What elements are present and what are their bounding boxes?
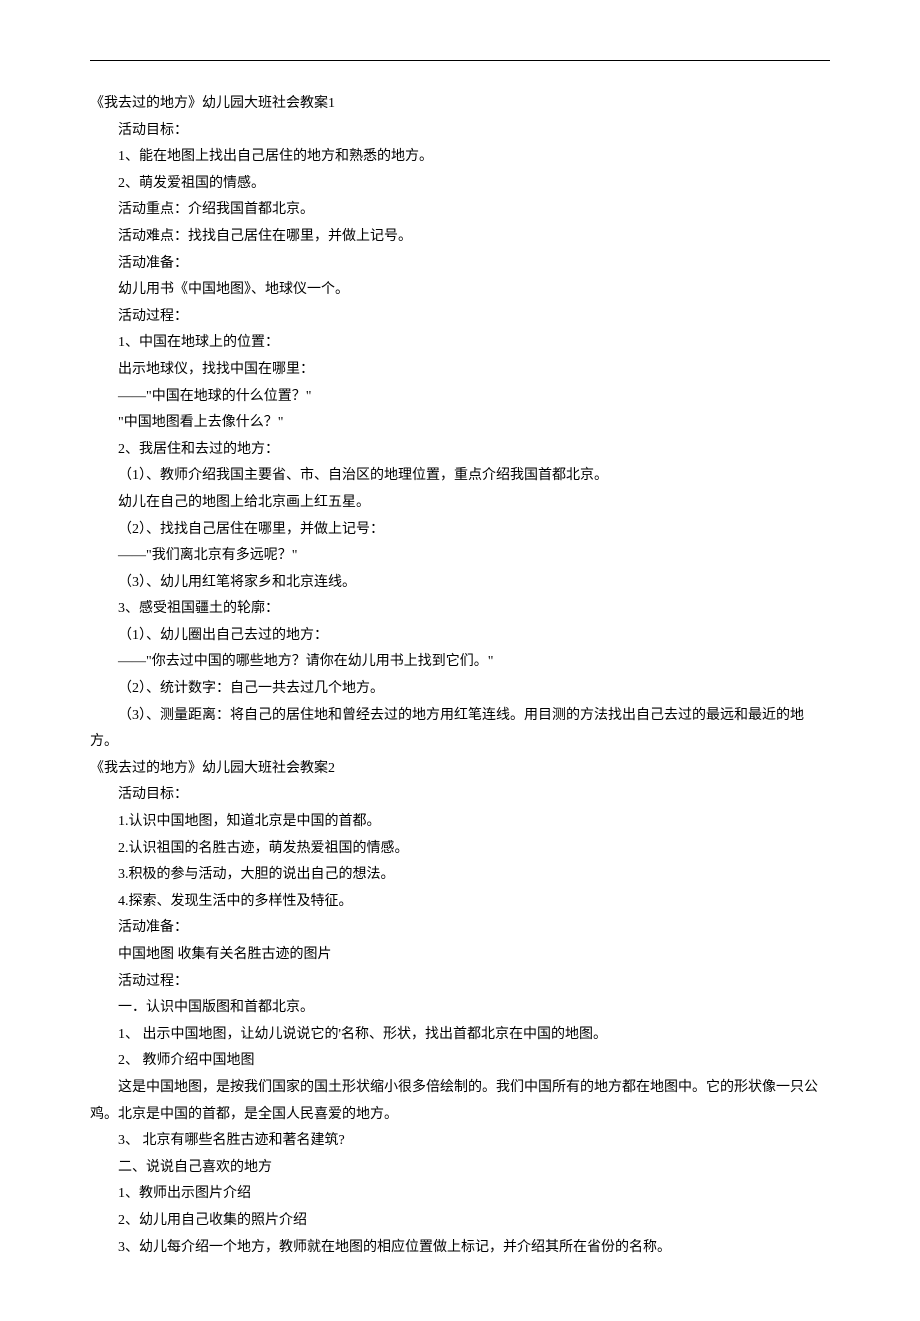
body-line: 1、 出示中国地图，让幼儿说说它的'名称、形状，找出首都北京在中国的地图。 (90, 1022, 830, 1049)
body-line: 活动目标： (90, 118, 830, 145)
body-line: （1）、幼儿圈出自己去过的地方： (90, 623, 830, 650)
body-line: 2、萌发爱祖国的情感。 (90, 171, 830, 198)
body-line: 4.探索、发现生活中的多样性及特征。 (90, 889, 830, 916)
body-line: 2.认识祖国的名胜古迹，萌发热爱祖国的情感。 (90, 836, 830, 863)
body-line: 出示地球仪，找找中国在哪里： (90, 357, 830, 384)
body-line: "中国地图看上去像什么？" (90, 410, 830, 437)
body-line: ——"中国在地球的什么位置？" (90, 384, 830, 411)
body-line: 这是中国地图，是按我们国家的国土形状缩小很多倍绘制的。我们中国所有的地方都在地图… (90, 1075, 830, 1128)
body-line: 活动过程： (90, 304, 830, 331)
body-line: 3、感受祖国疆土的轮廓： (90, 596, 830, 623)
body-line: （2）、统计数字：自己一共去过几个地方。 (90, 676, 830, 703)
body-line: ——"我们离北京有多远呢？" (90, 543, 830, 570)
body-line: 2、 教师介绍中国地图 (90, 1048, 830, 1075)
body-line: 幼儿在自己的地图上给北京画上红五星。 (90, 490, 830, 517)
document-page: 《我去过的地方》幼儿园大班社会教案1活动目标：1、能在地图上找出自己居住的地方和… (0, 0, 920, 1321)
body-line: 活动准备： (90, 251, 830, 278)
body-line: （3）、测量距离：将自己的居住地和曾经去过的地方用红笔连线。用目测的方法找出自己… (90, 703, 830, 756)
body-line: 3、幼儿每介绍一个地方，教师就在地图的相应位置做上标记，并介绍其所在省份的名称。 (90, 1235, 830, 1262)
body-line: 二、说说自己喜欢的地方 (90, 1155, 830, 1182)
horizontal-rule (90, 60, 830, 61)
body-line: 中国地图 收集有关名胜古迹的图片 (90, 942, 830, 969)
section-title: 《我去过的地方》幼儿园大班社会教案2 (90, 756, 830, 783)
body-line: 幼儿用书《中国地图》、地球仪一个。 (90, 277, 830, 304)
body-line: 2、我居住和去过的地方： (90, 437, 830, 464)
body-line: ——"你去过中国的哪些地方？请你在幼儿用书上找到它们。" (90, 649, 830, 676)
body-line: 3.积极的参与活动，大胆的说出自己的想法。 (90, 862, 830, 889)
body-line: 活动难点：找找自己居住在哪里，并做上记号。 (90, 224, 830, 251)
body-line: 1、能在地图上找出自己居住的地方和熟悉的地方。 (90, 144, 830, 171)
body-line: 3、 北京有哪些名胜古迹和著名建筑? (90, 1128, 830, 1155)
body-line: 1.认识中国地图，知道北京是中国的首都。 (90, 809, 830, 836)
body-line: 1、中国在地球上的位置： (90, 330, 830, 357)
body-line: （2）、找找自己居住在哪里，并做上记号： (90, 517, 830, 544)
body-line: 活动准备： (90, 915, 830, 942)
body-line: 一．认识中国版图和首都北京。 (90, 995, 830, 1022)
body-line: （3）、幼儿用红笔将家乡和北京连线。 (90, 570, 830, 597)
body-line: 活动重点：介绍我国首都北京。 (90, 197, 830, 224)
document-content: 《我去过的地方》幼儿园大班社会教案1活动目标：1、能在地图上找出自己居住的地方和… (90, 91, 830, 1261)
body-line: （1）、教师介绍我国主要省、市、自治区的地理位置，重点介绍我国首都北京。 (90, 463, 830, 490)
body-line: 活动目标： (90, 782, 830, 809)
body-line: 2、幼儿用自己收集的照片介绍 (90, 1208, 830, 1235)
body-line: 活动过程： (90, 969, 830, 996)
body-line: 1、教师出示图片介绍 (90, 1181, 830, 1208)
section-title: 《我去过的地方》幼儿园大班社会教案1 (90, 91, 830, 118)
